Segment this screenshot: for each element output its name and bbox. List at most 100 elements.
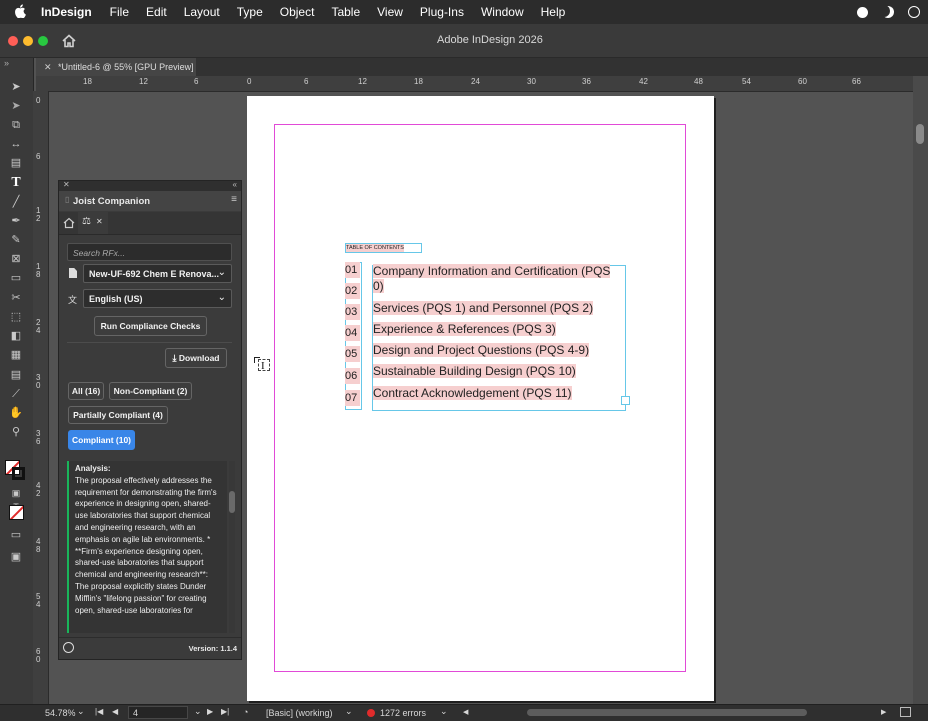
run-compliance-checks-button[interactable]: Run Compliance Checks [94, 316, 207, 336]
gradient-feather-tool-icon[interactable]: ▦ [8, 348, 24, 362]
joist-companion-panel: ✕ « ▯ Joist Companion ≡ ⚖ ✕ Search RFx..… [58, 180, 242, 660]
close-window-button[interactable] [8, 36, 18, 46]
close-tab-icon[interactable]: ✕ [44, 58, 52, 76]
content-collector-icon[interactable]: ▤ [8, 156, 24, 170]
rfx-search-input[interactable]: Search RFx... [67, 243, 232, 261]
vertical-ruler[interactable]: 0 6 1 2 1 8 2 4 3 0 3 6 4 2 4 8 5 4 6 0 [33, 91, 49, 704]
menu-edit[interactable]: Edit [146, 5, 167, 19]
menu-object[interactable]: Object [280, 5, 315, 19]
filter-all-button[interactable]: All (16) [68, 382, 104, 400]
toc-number: 02 [345, 283, 360, 299]
home-icon[interactable] [62, 34, 76, 48]
toc-heading: TABLE OF CONTENTS [346, 244, 404, 252]
rfx-document-select[interactable]: New-UF-692 Chem E Renova... ⌄ [83, 264, 232, 283]
download-button[interactable]: ⤓ Download [165, 348, 227, 368]
scroll-right-icon[interactable]: ▶ [881, 708, 886, 716]
type-tool-icon[interactable]: T [8, 176, 24, 190]
close-panel-icon[interactable]: ✕ [63, 180, 70, 189]
first-page-icon[interactable]: |◀ [95, 707, 103, 716]
language-select[interactable]: English (US) ⌄ [83, 289, 232, 308]
menu-view[interactable]: View [377, 5, 403, 19]
formatting-container-icon[interactable]: ▣ T [8, 486, 24, 512]
document-tab[interactable]: ✕ *Untitled-6 @ 55% [GPU Preview] [36, 58, 196, 76]
home-tab[interactable] [61, 214, 77, 231]
apple-icon[interactable] [14, 3, 28, 21]
pasteboard-icon[interactable] [900, 707, 911, 717]
gap-tool-icon[interactable]: ↔ [8, 137, 24, 151]
play-icon[interactable] [908, 6, 920, 18]
scroll-thumb[interactable] [527, 709, 807, 716]
ruler-label: 30 [527, 77, 536, 86]
chevron-down-icon[interactable]: ⌄ [194, 706, 202, 717]
dark-mode-icon[interactable] [882, 6, 894, 18]
preflight-icon[interactable]: ◔ [243, 707, 248, 717]
filter-non-compliant-button[interactable]: Non-Compliant (2) [109, 382, 192, 400]
menu-type[interactable]: Type [237, 5, 263, 19]
user-icon[interactable] [63, 642, 74, 653]
menu-plugins[interactable]: Plug-Ins [420, 5, 464, 19]
analysis-heading: Analysis: [75, 464, 111, 473]
menu-window[interactable]: Window [481, 5, 524, 19]
pen-tool-icon[interactable]: ✒ [8, 214, 24, 228]
selection-tool-icon[interactable]: ➤ [8, 80, 24, 94]
menu-help[interactable]: Help [541, 5, 566, 19]
scroll-thumb[interactable] [229, 491, 235, 513]
collapse-panel-icon[interactable]: « [233, 180, 237, 189]
filter-partially-compliant-button[interactable]: Partially Compliant (4) [68, 406, 168, 424]
menu-bar: InDesign File Edit Layout Type Object Ta… [0, 0, 928, 24]
hand-tool-icon[interactable]: ✋ [8, 406, 24, 420]
note-tool-icon[interactable]: ▤ [8, 368, 24, 382]
compliance-tab[interactable]: ⚖ ✕ [78, 212, 108, 234]
analysis-card: Analysis: The proposal effectively addre… [67, 461, 227, 633]
app-menu[interactable]: InDesign [41, 5, 92, 19]
free-transform-tool-icon[interactable]: ⬚ [8, 310, 24, 324]
toc-number: 06 [345, 368, 360, 384]
gradient-swatch-tool-icon[interactable]: ◧ [8, 329, 24, 343]
drag-handle-icon[interactable]: ▯ [65, 195, 69, 204]
page-number-field[interactable]: 4 [128, 706, 188, 719]
record-icon[interactable] [857, 6, 868, 18]
next-page-icon[interactable]: ▶ [207, 707, 213, 716]
analysis-scrollbar[interactable] [229, 461, 235, 633]
panel-menu-icon[interactable]: ≡ [231, 194, 237, 205]
vertical-scrollbar[interactable] [913, 76, 928, 704]
menu-table[interactable]: Table [331, 5, 360, 19]
preview-mode-icon[interactable]: ▣ [8, 550, 24, 564]
preflight-errors[interactable]: 1272 errors [380, 708, 426, 718]
rectangle-frame-tool-icon[interactable]: ⊠ [8, 252, 24, 266]
page-tool-icon[interactable]: ⧉ [8, 118, 24, 132]
minimize-window-button[interactable] [23, 36, 33, 46]
fill-stroke-swatch-icon[interactable] [5, 460, 27, 482]
scissors-tool-icon[interactable]: ✂ [8, 291, 24, 305]
horizontal-scrollbar[interactable] [475, 708, 875, 717]
close-tab-icon[interactable]: ✕ [96, 217, 103, 226]
version-label: Version: 1.1.4 [188, 644, 237, 653]
menu-layout[interactable]: Layout [184, 5, 220, 19]
collapse-toolbar-icon[interactable]: » [4, 58, 9, 68]
previous-page-icon[interactable]: ◀ [112, 707, 118, 716]
last-page-icon[interactable]: ▶| [221, 707, 229, 716]
zoom-level[interactable]: 54.78% [45, 708, 76, 718]
rectangle-tool-icon[interactable]: ▭ [8, 271, 24, 285]
toc-heading-frame[interactable]: TABLE OF CONTENTS [345, 243, 422, 253]
pencil-tool-icon[interactable]: ✎ [8, 233, 24, 247]
filter-compliant-button[interactable]: Compliant (10) [68, 430, 135, 450]
chevron-down-icon[interactable]: ⌄ [440, 706, 448, 717]
scroll-thumb[interactable] [916, 124, 924, 144]
eyedropper-tool-icon[interactable]: ⟋ [8, 387, 24, 401]
toc-entry: Contract Acknowledgement (PQS 11) [373, 386, 572, 400]
scroll-left-icon[interactable]: ◀ [463, 708, 468, 716]
zoom-tool-icon[interactable]: ⚲ [8, 425, 24, 439]
chevron-down-icon: ⌄ [217, 267, 226, 278]
menu-file[interactable]: File [110, 5, 129, 19]
direct-selection-tool-icon[interactable]: ➤ [8, 99, 24, 113]
chevron-down-icon[interactable]: ⌄ [77, 706, 85, 717]
horizontal-ruler[interactable]: 18 12 6 0 6 12 18 24 30 36 42 48 54 60 6… [36, 76, 913, 92]
ruler-label: 3 0 [36, 373, 41, 390]
line-tool-icon[interactable]: ╱ [8, 195, 24, 209]
zoom-window-button[interactable] [38, 36, 48, 46]
apply-none-icon[interactable] [9, 505, 24, 520]
preflight-profile[interactable]: [Basic] (working) [266, 708, 333, 718]
screen-mode-icon[interactable]: ▭ [8, 528, 24, 542]
chevron-down-icon[interactable]: ⌄ [345, 706, 353, 717]
